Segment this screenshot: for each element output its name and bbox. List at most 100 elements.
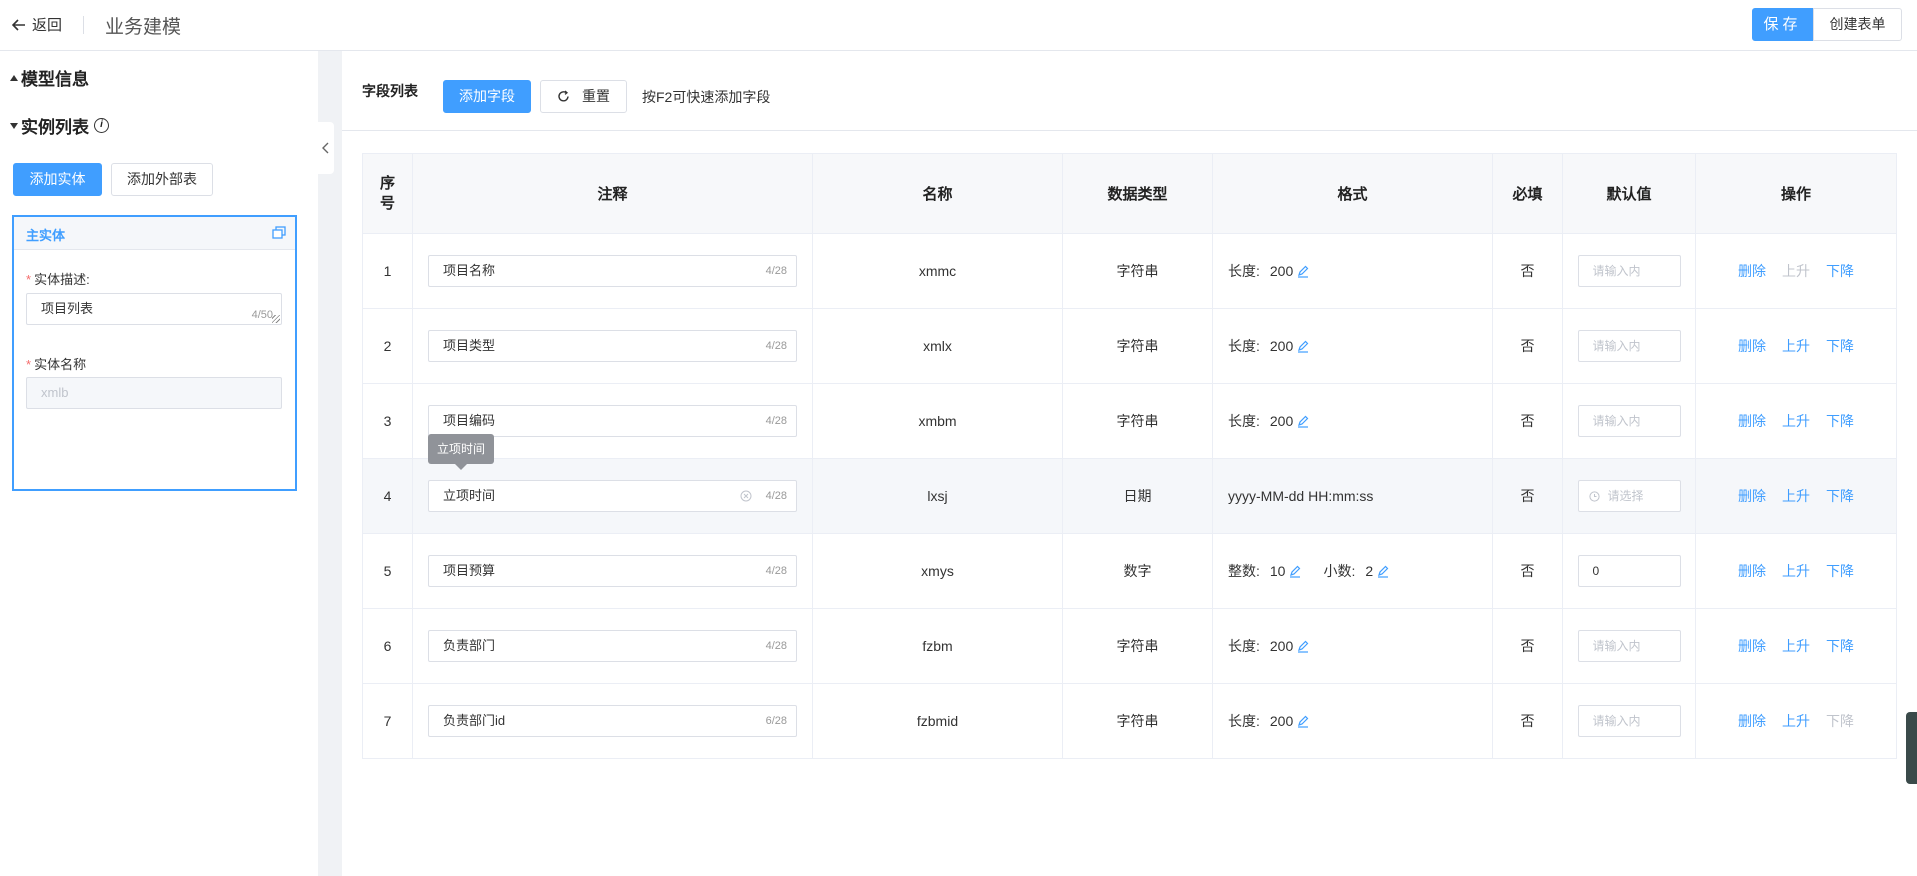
comment-input[interactable]: 负责部门 4/28 (428, 630, 797, 662)
comment-input[interactable]: 项目名称 4/28 (428, 255, 797, 287)
main-panel: 字段列表 添加字段 重置 按F2可快速添加字段 序号 注释 名称 数据类型 格式… (342, 51, 1917, 876)
create-form-button[interactable]: 创建表单 (1813, 8, 1902, 41)
move-up-link[interactable]: 上升 (1782, 488, 1810, 504)
default-value-input[interactable]: 请输入内 (1577, 705, 1681, 737)
integer-label: 整数: (1228, 563, 1260, 579)
edit-icon[interactable] (1297, 265, 1309, 278)
default-placeholder: 请输入内 (1592, 264, 1641, 278)
move-down-link[interactable]: 下降 (1826, 563, 1854, 579)
default-value-input[interactable]: 0 (1577, 555, 1681, 587)
field-name: fzbmid (812, 683, 1063, 759)
main-entity-card[interactable]: 主实体 * 实体描述: 项目列表 4/50 * 实体名称 xmlb (12, 215, 297, 491)
default-cell: 请选择 (1562, 458, 1696, 534)
char-count: 4/28 (765, 640, 787, 652)
move-up-link[interactable]: 上升 (1782, 713, 1810, 729)
clear-icon[interactable] (740, 490, 752, 502)
edit-icon[interactable] (1297, 640, 1309, 653)
data-type: 数字 (1062, 533, 1213, 609)
operations-cell: 删除 上升 下降 (1695, 683, 1897, 759)
default-value-input[interactable]: 请输入内 (1577, 330, 1681, 362)
default-value-input[interactable]: 请输入内 (1577, 255, 1681, 287)
char-count: 4/50 (251, 309, 273, 321)
move-up-link[interactable]: 上升 (1782, 413, 1810, 429)
delete-link[interactable]: 删除 (1738, 413, 1766, 429)
move-up-link[interactable]: 上升 (1782, 563, 1810, 579)
format-cell: 整数: 10 小数: 2 (1212, 533, 1493, 609)
format-cell: 长度: 200 (1212, 233, 1493, 309)
delete-link[interactable]: 删除 (1738, 263, 1766, 279)
delete-link[interactable]: 删除 (1738, 488, 1766, 504)
length-value: 200 (1269, 713, 1294, 729)
delete-link[interactable]: 删除 (1738, 338, 1766, 354)
length-label: 长度: (1228, 713, 1260, 729)
edit-icon[interactable] (1297, 715, 1309, 728)
default-cell: 请输入内 (1562, 683, 1696, 759)
divider (83, 16, 84, 34)
row-number: 6 (362, 608, 413, 684)
entity-name-label: * 实体名称 (26, 357, 87, 372)
add-field-button[interactable]: 添加字段 (443, 80, 531, 113)
move-down-link[interactable]: 下降 (1826, 413, 1854, 429)
panel-splitter[interactable] (318, 51, 342, 876)
field-name: xmys (812, 533, 1063, 609)
move-down-link[interactable]: 下降 (1826, 488, 1854, 504)
reset-button[interactable]: 重置 (540, 80, 627, 113)
comment-input[interactable]: 项目类型 4/28 (428, 330, 797, 362)
delete-link[interactable]: 删除 (1738, 713, 1766, 729)
char-count: 6/28 (765, 715, 787, 727)
default-value-input[interactable]: 请输入内 (1577, 630, 1681, 662)
edit-icon[interactable] (1297, 340, 1309, 353)
move-up-link[interactable]: 上升 (1782, 338, 1810, 354)
edit-icon[interactable] (1377, 565, 1389, 578)
default-value-input[interactable]: 请输入内 (1577, 405, 1681, 437)
add-entity-button[interactable]: 添加实体 (13, 163, 102, 196)
edit-icon[interactable] (1297, 415, 1309, 428)
comment-cell: 项目名称 4/28 (412, 233, 813, 309)
move-up-link[interactable]: 上升 (1782, 638, 1810, 654)
move-down-link[interactable]: 下降 (1826, 638, 1854, 654)
resize-handle[interactable] (272, 315, 280, 323)
field-name: fzbm (812, 608, 1063, 684)
comment-value: 项目名称 (443, 263, 496, 278)
row-number: 2 (362, 308, 413, 384)
entity-card-header: 主实体 (14, 217, 295, 250)
collapse-panel-button[interactable] (318, 122, 334, 174)
edit-icon[interactable] (1289, 565, 1301, 578)
delete-link[interactable]: 删除 (1738, 563, 1766, 579)
copy-icon[interactable] (272, 226, 286, 239)
length-label: 长度: (1228, 263, 1260, 279)
back-button[interactable]: 返回 (12, 14, 62, 35)
default-date-picker[interactable]: 请选择 (1577, 480, 1681, 512)
add-external-table-button[interactable]: 添加外部表 (111, 163, 213, 196)
move-down-link[interactable]: 下降 (1826, 263, 1854, 279)
entity-name-value: xmlb (41, 385, 69, 400)
save-button[interactable]: 保存 (1752, 8, 1813, 41)
comment-input[interactable]: 负责部门id 6/28 (428, 705, 797, 737)
row-number: 1 (362, 233, 413, 309)
default-value: 0 (1592, 564, 1600, 578)
caret-down-icon (10, 122, 18, 129)
floating-widget[interactable] (1906, 712, 1917, 784)
table-row: 7 负责部门id 6/28 fzbmid 字符串 长度: 200 否 请输入内 删除 上升 下降 (362, 683, 1897, 759)
model-info-toggle[interactable]: 模型信息 (10, 65, 89, 90)
delete-link[interactable]: 删除 (1738, 638, 1766, 654)
comment-value: 项目预算 (443, 563, 496, 578)
comment-input[interactable]: 项目编码 4/28 (428, 405, 797, 437)
comment-input[interactable]: 项目预算 4/28 (428, 555, 797, 587)
length-label: 长度: (1228, 638, 1260, 654)
entity-desc-label: * 实体描述: (26, 272, 90, 287)
required-value: 否 (1492, 458, 1563, 534)
move-down-link[interactable]: 下降 (1826, 338, 1854, 354)
data-type: 日期 (1062, 458, 1213, 534)
table-header-row: 序号 注释 名称 数据类型 格式 必填 默认值 操作 (362, 153, 1897, 234)
operations-cell: 删除 上升 下降 (1695, 608, 1897, 684)
instance-list-label: 实例列表 (21, 118, 89, 137)
char-count: 4/28 (765, 340, 787, 352)
comment-input[interactable]: 立项时间 4/28 (428, 480, 797, 512)
comment-cell: 项目类型 4/28 (412, 308, 813, 384)
entity-desc-textarea[interactable]: 项目列表 4/50 (26, 293, 282, 325)
format-cell: 长度: 200 (1212, 383, 1493, 459)
instance-list-toggle[interactable]: 实例列表 i (10, 113, 109, 138)
chevron-left-icon (322, 142, 329, 154)
info-icon[interactable]: i (94, 118, 109, 133)
